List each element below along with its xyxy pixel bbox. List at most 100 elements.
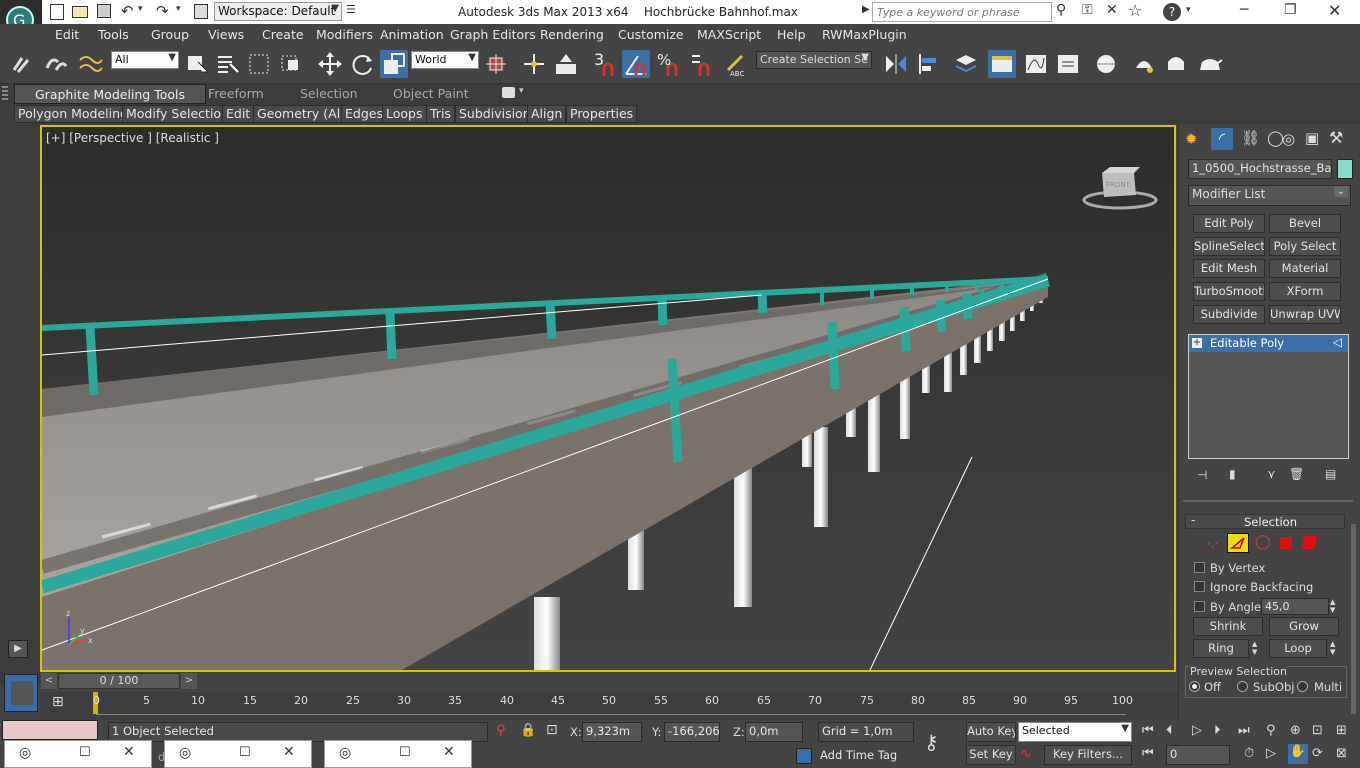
auto-key-button[interactable]: Auto Key xyxy=(966,722,1016,742)
play-icon[interactable]: ▷ xyxy=(1192,723,1202,738)
pin-stack-icon[interactable]: ⊣ xyxy=(1197,468,1207,482)
render-production-teapot-icon[interactable] xyxy=(1196,50,1224,78)
material-editor-icon[interactable] xyxy=(1092,50,1120,78)
key-mode-dropdown[interactable]: Selected ▼ xyxy=(1018,722,1132,742)
window-crossing-icon[interactable] xyxy=(278,50,306,78)
taskbar-window-3[interactable]: ◎ ☐ ✕ xyxy=(324,740,472,768)
panel-properties[interactable]: Properties xyxy=(566,105,638,123)
modifier-button-edit-poly[interactable]: Edit Poly xyxy=(1193,214,1265,233)
next-frame-icon[interactable]: ⏵ xyxy=(1214,723,1221,738)
field-of-view-icon[interactable]: ▷ xyxy=(1266,746,1276,761)
menu-group[interactable]: Group xyxy=(151,27,189,42)
select-object-icon[interactable] xyxy=(184,50,212,78)
by-vertex-checkbox[interactable] xyxy=(1194,562,1205,573)
grow-button[interactable]: Grow xyxy=(1269,617,1339,636)
rendered-frame-window-icon[interactable] xyxy=(1162,50,1190,78)
menu-graph-editors[interactable]: Graph Editors xyxy=(450,27,536,42)
redo-dropdown-icon[interactable]: ▾ xyxy=(176,4,181,14)
select-and-manipulate-icon[interactable] xyxy=(520,50,548,78)
workspace-dropdown[interactable]: Workspace: Default ▼ xyxy=(214,2,342,21)
bind-to-space-warp-icon[interactable] xyxy=(76,50,104,78)
menu-help[interactable]: Help xyxy=(777,27,806,42)
spinner-snap-icon[interactable] xyxy=(686,50,714,78)
hammer-icon[interactable]: ⚒ xyxy=(1329,128,1343,147)
trackbar-toggle-icon[interactable]: ⊞ xyxy=(52,694,72,712)
set-key-mode-icon[interactable]: ⚷ xyxy=(924,730,939,754)
panel-edit[interactable]: Edit xyxy=(222,105,255,123)
mirror-icon[interactable] xyxy=(882,50,910,78)
time-slider-prev-icon[interactable]: < xyxy=(41,673,57,689)
modifier-button-xform[interactable]: XForm xyxy=(1269,282,1341,301)
stack-item-editable-poly[interactable]: + Editable Poly ◁ xyxy=(1189,335,1348,352)
loop-spinner[interactable]: ▲ ▼ xyxy=(1330,640,1340,657)
go-to-start-icon[interactable]: ⏮ xyxy=(1142,723,1154,738)
layer-manager-icon[interactable] xyxy=(952,50,980,78)
remove-modifier-icon[interactable]: 🗑 xyxy=(1289,467,1304,481)
redo-icon[interactable]: ↷ xyxy=(156,2,169,20)
minimize-icon[interactable]: ─ xyxy=(1240,2,1248,18)
perspective-viewport[interactable]: [+] [Perspective ] [Realistic ] FRONT z … xyxy=(40,125,1176,672)
timeline-track[interactable]: 0 5 10 15 20 25 30 35 40 45 50 55 60 65 … xyxy=(40,692,1178,720)
snaps-toggle-icon[interactable]: 3 xyxy=(590,50,618,78)
panel-align[interactable]: Align xyxy=(527,105,567,123)
display-tab-icon[interactable]: ◎ xyxy=(1282,130,1295,148)
panel-modify-selection[interactable]: Modify Selection xyxy=(122,105,233,123)
panel-tris[interactable]: Tris xyxy=(426,105,455,123)
ring-spinner[interactable]: ▲ ▼ xyxy=(1252,640,1262,657)
object-name-field[interactable]: 1_0500_Hochstrasse_Bahnhof xyxy=(1188,159,1332,179)
modifier-button-splineselect[interactable]: SplineSelect xyxy=(1193,237,1265,256)
polygon-mode-icon[interactable] xyxy=(1280,537,1292,549)
menu-maxscript[interactable]: MAXScript xyxy=(697,27,761,42)
select-by-name-icon[interactable] xyxy=(214,50,242,78)
selection-rollout-header[interactable]: - Selection xyxy=(1185,513,1345,529)
chevron-down-icon[interactable]: ▾ xyxy=(519,86,524,96)
z-coord-field[interactable]: 0,0m xyxy=(745,722,803,742)
new-file-icon[interactable] xyxy=(50,4,64,20)
help-dropdown-icon[interactable]: ▾ xyxy=(1186,5,1191,15)
taskbar-window-2[interactable]: ◎ ☐ ✕ xyxy=(164,740,312,768)
pan-view-icon[interactable]: ✋ xyxy=(1288,744,1308,764)
menu-customize[interactable]: Customize xyxy=(618,27,684,42)
select-and-rotate-icon[interactable] xyxy=(348,50,376,78)
graphite-modeling-toggle-icon[interactable] xyxy=(988,50,1016,78)
configure-modifier-sets-icon[interactable]: ▤ xyxy=(1325,467,1336,481)
zoom-all-icon[interactable]: ⊕ xyxy=(1290,723,1301,738)
zoom-icon[interactable]: ⚲ xyxy=(1266,723,1276,738)
modify-tab-icon[interactable]: ◜ xyxy=(1211,128,1233,150)
ribbon-options-icon[interactable] xyxy=(502,87,515,98)
save-file-icon[interactable] xyxy=(97,4,111,18)
current-frame-field[interactable]: 0 xyxy=(1166,745,1230,765)
help-icon[interactable]: ? xyxy=(1163,3,1181,21)
isolate-selection-icon[interactable]: ⚲ xyxy=(496,723,506,738)
ignore-backfacing-checkbox[interactable] xyxy=(1194,581,1205,592)
edit-named-selection-icon[interactable]: ABC xyxy=(722,50,750,78)
tab-object-paint[interactable]: Object Paint xyxy=(393,86,469,101)
panel-subdivision[interactable]: Subdivision xyxy=(455,105,535,123)
set-key-button[interactable]: Set Key xyxy=(966,745,1016,765)
ribbon-handle-icon[interactable] xyxy=(2,86,8,102)
y-coord-field[interactable]: -166,206m xyxy=(664,722,720,742)
render-setup-icon[interactable] xyxy=(1130,50,1158,78)
menu-edit[interactable]: Edit xyxy=(55,27,79,42)
x-coord-field[interactable]: 9,323m xyxy=(582,722,642,742)
object-color-swatch[interactable] xyxy=(1337,159,1353,179)
by-angle-spinner[interactable]: ▲ ▼ xyxy=(1330,598,1340,615)
close-icon[interactable]: ✕ xyxy=(1328,1,1341,20)
mini-listener-icon[interactable] xyxy=(4,674,38,712)
go-to-end-icon[interactable]: ⏭ xyxy=(1238,723,1250,738)
close-icon[interactable]: ✕ xyxy=(443,744,455,760)
menu-create[interactable]: Create xyxy=(262,27,304,42)
panel-loops[interactable]: Loops xyxy=(382,105,427,123)
play-expand-icon[interactable]: ▶ xyxy=(8,640,28,658)
time-slider-thumb[interactable]: 0 / 100 xyxy=(58,673,180,689)
selection-lock-icon[interactable]: 🔒 xyxy=(520,723,536,738)
preview-off-radio[interactable] xyxy=(1189,681,1200,692)
make-unique-icon[interactable]: ⋎ xyxy=(1267,467,1276,481)
time-slider-next-icon[interactable]: > xyxy=(181,673,197,689)
maximize-viewport-icon[interactable]: ⊠ xyxy=(1336,746,1347,761)
angle-snap-icon[interactable] xyxy=(622,50,650,78)
close-icon[interactable]: ✕ xyxy=(283,744,295,760)
menu-modifiers[interactable]: Modifiers xyxy=(316,27,373,42)
restore-icon[interactable]: ☐ xyxy=(239,745,251,760)
zoom-extents-all-icon[interactable]: ⊞ xyxy=(1336,723,1347,738)
